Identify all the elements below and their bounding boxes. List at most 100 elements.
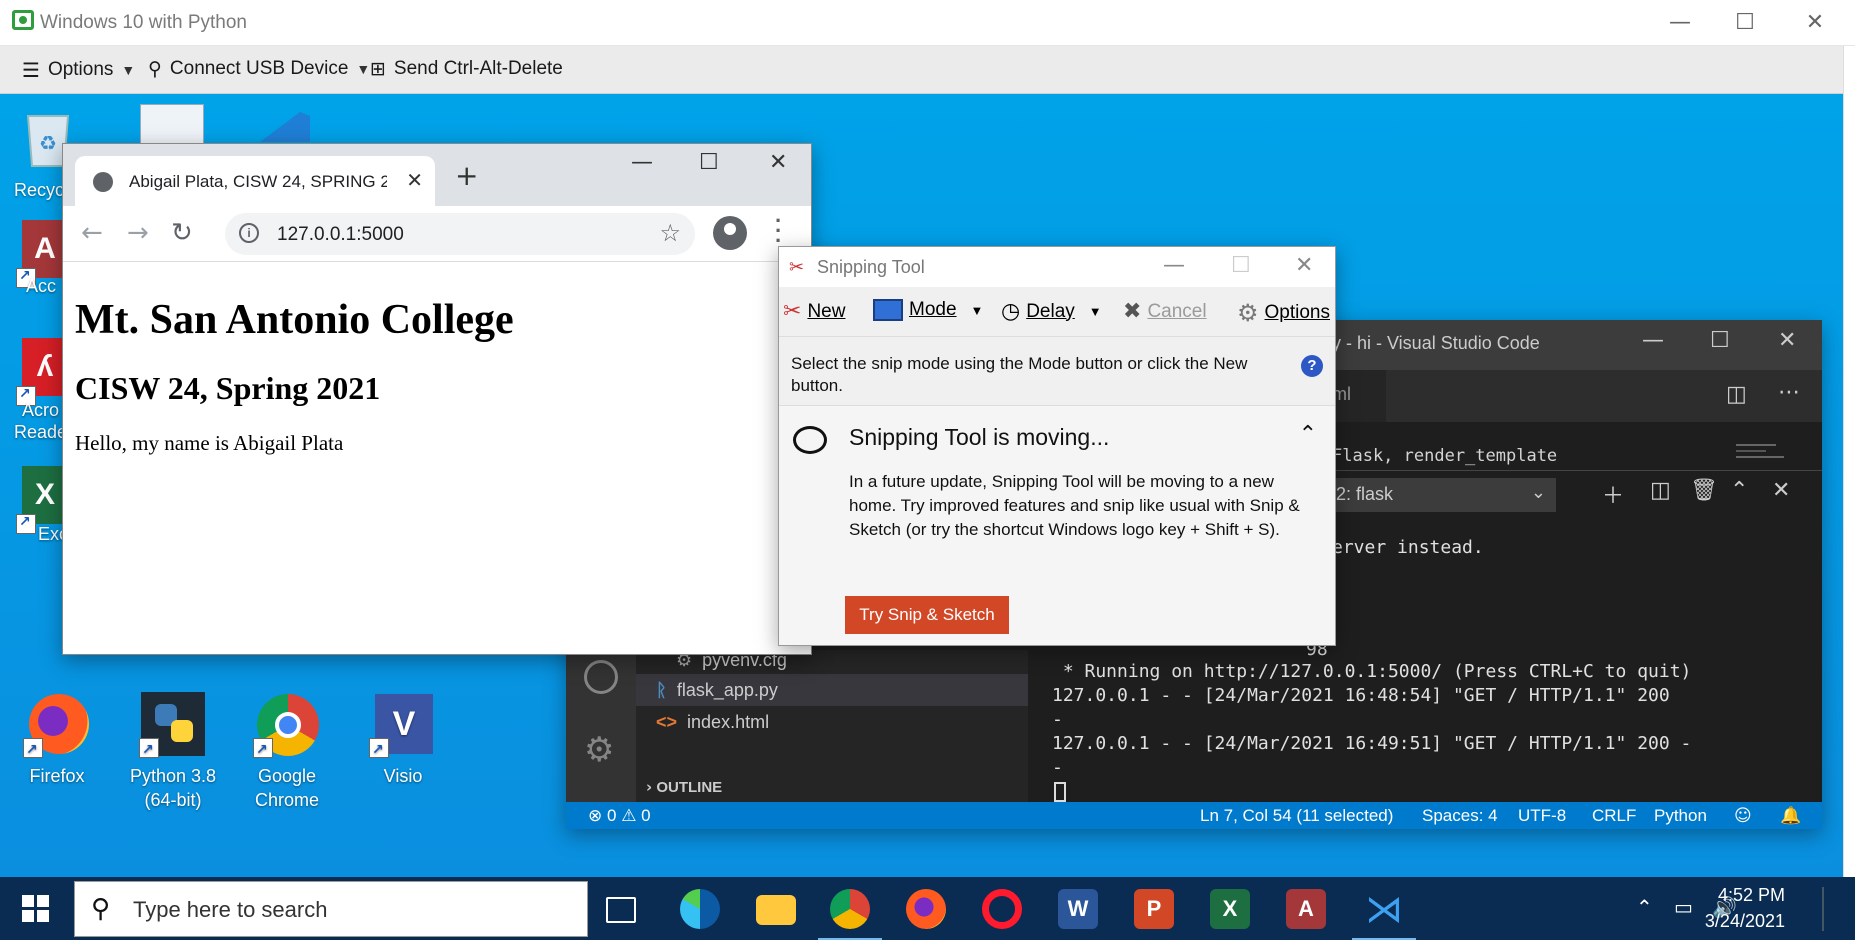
back-icon[interactable]: ← (81, 218, 103, 248)
chrome-tab[interactable]: Abigail Plata, CISW 24, SPRING 2021 ✕ (75, 156, 435, 206)
error-icon: ⊗ (588, 806, 603, 826)
firefox-shortcut[interactable]: Firefox (2, 692, 112, 788)
close-icon[interactable]: ✕ (1795, 8, 1835, 38)
chevron-up-icon[interactable]: ⌃ (1299, 422, 1317, 447)
shortcut-arrow-icon (139, 737, 159, 761)
bell-icon[interactable]: 🔔 (1780, 806, 1801, 826)
clock-date[interactable]: 3/24/2021 (1705, 911, 1785, 932)
opera-icon[interactable] (982, 889, 1022, 929)
access-taskbar-icon[interactable]: A (1286, 889, 1326, 929)
star-icon[interactable]: ☆ (659, 219, 681, 247)
scissors-icon: ✂ (789, 257, 805, 278)
minimize-icon[interactable]: — (631, 150, 653, 175)
windows-logo-part (37, 910, 49, 922)
page-subheading: CISW 24, Spring 2021 (75, 370, 381, 406)
info-icon[interactable]: i (239, 223, 259, 243)
scissors-icon: ✂ (783, 299, 802, 324)
profile-icon[interactable] (713, 216, 747, 250)
try-snip-sketch-button[interactable]: Try Snip & Sketch (845, 596, 1009, 634)
options-button[interactable]: ⚙ Options (1237, 299, 1330, 327)
terminal-select[interactable]: 2: flask ⌄ (1326, 478, 1556, 512)
tree-item-index-html[interactable]: <> index.html (656, 712, 769, 733)
mode-button[interactable]: Mode ▼ (873, 299, 983, 321)
indentation[interactable]: Spaces: 4 (1422, 806, 1498, 826)
encoding[interactable]: UTF-8 (1518, 806, 1566, 826)
cursor-position[interactable]: Ln 7, Col 54 (11 selected) (1200, 806, 1393, 826)
python-label: Python 3.8 (129, 766, 217, 786)
maximize-icon[interactable]: ☐ (699, 150, 719, 175)
chevron-right-icon: › (646, 778, 653, 796)
taskbar-search-box[interactable]: ⚲ Type here to search (74, 881, 588, 937)
outline-section-header[interactable]: › OUTLINE (646, 778, 722, 796)
reload-icon[interactable]: ↻ (171, 218, 193, 248)
accounts-icon[interactable] (584, 660, 618, 694)
delay-button[interactable]: ◷ Delay ▼ (1001, 299, 1102, 324)
send-ctrl-alt-delete-button[interactable]: ⊞ Send Ctrl-Alt-Delete (370, 58, 563, 80)
chrome-shortcut[interactable]: Google Chrome (232, 692, 342, 812)
maximize-icon[interactable]: ☐ (1710, 328, 1730, 353)
problems-indicator[interactable]: ⊗ 0 ⚠ 0 (588, 806, 651, 826)
edge-icon[interactable] (680, 889, 720, 929)
vscode-taskbar-icon[interactable]: ⋊ (1352, 889, 1416, 940)
feedback-icon[interactable]: ☺ (1734, 806, 1752, 826)
close-icon[interactable]: ✕ (1778, 328, 1796, 353)
start-button[interactable] (22, 895, 50, 923)
trash-icon[interactable]: 🗑 (1690, 478, 1718, 503)
editor-code-line[interactable]: Flask, render_template (1332, 446, 1557, 466)
chevron-up-icon[interactable]: ⌃ (1636, 895, 1653, 919)
kebab-menu-icon[interactable]: · · · (775, 210, 782, 252)
file-explorer-icon[interactable] (756, 895, 796, 925)
help-icon[interactable]: ? (1301, 355, 1323, 377)
clock-time[interactable]: 4:52 PM (1718, 885, 1785, 906)
vscode-title: y - hi - Visual Studio Code (1332, 333, 1540, 353)
powerpoint-icon[interactable]: P (1134, 889, 1174, 929)
close-icon[interactable]: ✕ (1295, 253, 1313, 278)
chevron-down-icon: ⌄ (1530, 482, 1546, 503)
document-icon[interactable] (140, 104, 204, 144)
minimize-icon[interactable]: — (1163, 253, 1185, 278)
word-icon[interactable]: W (1058, 889, 1098, 929)
outline-label: OUTLINE (656, 779, 723, 796)
connect-usb-button[interactable]: ⚲ Connect USB Device ▼ (148, 58, 370, 80)
split-terminal-icon[interactable]: ◫ (1650, 478, 1671, 503)
line-ending[interactable]: CRLF (1592, 806, 1636, 826)
new-tab-icon[interactable]: + (455, 162, 478, 190)
close-panel-icon[interactable]: ✕ (1772, 478, 1790, 503)
minimize-icon[interactable]: — (1660, 8, 1700, 38)
minimize-icon[interactable]: — (1642, 328, 1664, 353)
more-actions-icon[interactable]: ⋯ (1778, 380, 1800, 405)
rectangle-mode-icon (873, 299, 903, 321)
new-terminal-icon[interactable]: ＋ (1602, 478, 1624, 510)
visio-shortcut[interactable]: V Visio (348, 692, 458, 788)
tree-item-flask-app[interactable]: ᚱ flask_app.py (636, 674, 1028, 706)
show-desktop-divider[interactable] (1822, 887, 1824, 931)
gear-icon[interactable]: ⚙ (584, 730, 614, 770)
minimap[interactable] (1736, 440, 1796, 464)
split-editor-icon[interactable]: ◫ (1726, 382, 1747, 407)
network-icon: ⊞ (370, 58, 386, 80)
vscode-desktop-icon[interactable] (250, 102, 320, 142)
options-menu-button[interactable]: ☰ Options ▼ (22, 58, 135, 82)
vm-titlebar: Windows 10 with Python — ☐ ✕ (0, 0, 1855, 46)
new-snip-button[interactable]: ✂ New (783, 299, 845, 324)
chrome-taskbar-icon[interactable] (818, 889, 882, 940)
forward-icon[interactable]: → (127, 218, 149, 248)
maximize-icon[interactable]: ☐ (1725, 8, 1765, 38)
close-icon[interactable]: ✕ (769, 150, 787, 175)
delay-label: Delay (1026, 300, 1075, 322)
network-icon[interactable]: ▭ (1674, 895, 1693, 919)
python-shortcut[interactable]: Python 3.8 (64-bit) (118, 692, 228, 812)
excel-taskbar-icon[interactable]: X (1210, 889, 1250, 929)
vm-toolbar: ☰ Options ▼ ⚲ Connect USB Device ▼ ⊞ Sen… (0, 46, 1855, 94)
options-label: Options (47, 59, 114, 80)
acrobat-label-2: Reade (14, 422, 68, 442)
chrome-toolbar: ← → ↻ i 127.0.0.1:5000 ☆ · · · (63, 206, 811, 262)
language-mode[interactable]: Python (1654, 806, 1707, 826)
close-icon[interactable]: ✕ (406, 168, 423, 192)
chevron-up-icon[interactable]: ⌃ (1730, 478, 1748, 503)
task-view-icon[interactable] (606, 897, 636, 923)
address-bar[interactable]: i 127.0.0.1:5000 ☆ (225, 213, 695, 255)
url-text[interactable]: 127.0.0.1:5000 (277, 224, 404, 246)
svg-text:♻: ♻ (39, 133, 57, 155)
firefox-taskbar-icon[interactable] (906, 889, 946, 929)
